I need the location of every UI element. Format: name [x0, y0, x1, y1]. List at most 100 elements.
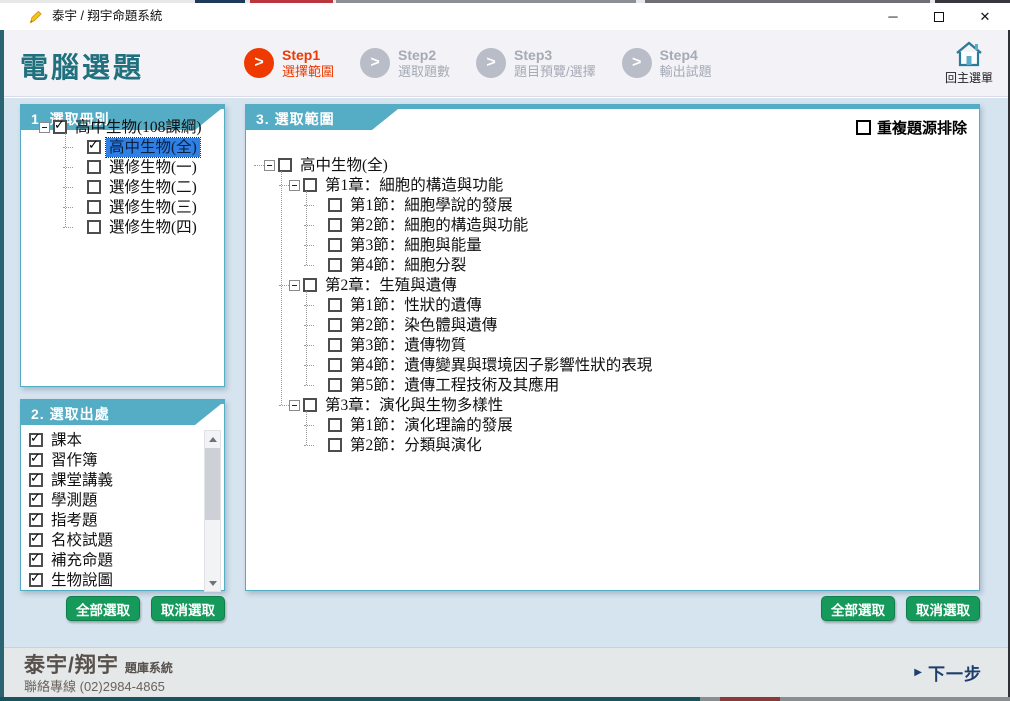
- tree-item-label[interactable]: 第2節：染色體與遺傳: [347, 316, 500, 335]
- range-deselect-all-button[interactable]: 取消選取: [906, 596, 980, 621]
- source-item-label[interactable]: 名校試題: [48, 531, 116, 550]
- tree-expander-minus-icon[interactable]: [39, 122, 50, 133]
- tree-checkbox-unchecked[interactable]: [328, 438, 342, 452]
- tree-row: 第4節：細胞分裂: [246, 255, 979, 275]
- panel-2-title-banner: 2. 選取出處: [21, 404, 221, 425]
- next-step-button[interactable]: ▶ 下一步: [914, 648, 982, 697]
- tree-checkbox-checked[interactable]: [53, 120, 67, 134]
- step-1[interactable]: > Step1 選擇範圍: [244, 47, 334, 79]
- tree-item-label[interactable]: 選修生物(一): [106, 158, 200, 177]
- tree-checkbox-unchecked[interactable]: [87, 220, 101, 234]
- tree-checkbox-unchecked[interactable]: [328, 218, 342, 232]
- tree-item-label[interactable]: 高中生物(108課綱): [72, 118, 205, 137]
- step-4-texts: Step4 輸出試題: [660, 47, 712, 79]
- tree-item-label[interactable]: 選修生物(三): [106, 198, 200, 217]
- source-item-label[interactable]: 生物說圖: [48, 571, 116, 590]
- tree-expander-minus-icon[interactable]: [289, 280, 300, 291]
- source-select-all-button[interactable]: 全部選取: [66, 596, 140, 621]
- tree-item-label[interactable]: 第2章：生殖與遺傳: [322, 276, 460, 295]
- main-area: 1. 選取冊別 高中生物(108課綱)高中生物(全)選修生物(一)選修生物(二)…: [4, 98, 1008, 647]
- step-1-arrow-icon: >: [244, 48, 274, 78]
- title-bar: 泰宇 / 翔宇命題系統 ─ ✕: [0, 3, 1010, 30]
- tree-item-label[interactable]: 第1章：細胞的構造與功能: [322, 176, 506, 195]
- source-item-label[interactable]: 習作簿: [48, 451, 101, 470]
- tree-item-label[interactable]: 選修生物(四): [106, 218, 200, 237]
- tree-checkbox-unchecked[interactable]: [87, 180, 101, 194]
- arrow-down-icon: [209, 581, 217, 586]
- source-deselect-all-button[interactable]: 取消選取: [151, 596, 225, 621]
- source-list-scrollbar[interactable]: [204, 430, 221, 592]
- tree-checkbox-unchecked[interactable]: [328, 378, 342, 392]
- app-crayon-icon: [27, 9, 43, 25]
- maximize-button[interactable]: [916, 3, 962, 30]
- tree-expander-minus-icon[interactable]: [289, 180, 300, 191]
- source-buttons-row: 全部選取 取消選取: [20, 596, 225, 622]
- source-item-label[interactable]: 學測題: [48, 491, 101, 510]
- tree-checkbox-checked[interactable]: [87, 140, 101, 154]
- tree-indent-spacer: [73, 202, 84, 213]
- tree-item-label[interactable]: 選修生物(二): [106, 178, 200, 197]
- tree-checkbox-unchecked[interactable]: [328, 298, 342, 312]
- minimize-button[interactable]: ─: [870, 3, 916, 30]
- home-button[interactable]: 回主選單: [938, 40, 1000, 86]
- source-checkbox-checked[interactable]: [29, 533, 43, 547]
- step-4[interactable]: > Step4 輸出試題: [622, 47, 712, 79]
- tree-item-label[interactable]: 第4節：細胞分裂: [347, 256, 469, 275]
- source-checkbox-checked[interactable]: [29, 473, 43, 487]
- scrollbar-up-button[interactable]: [205, 431, 220, 447]
- source-item-label[interactable]: 課本: [48, 431, 85, 450]
- source-checkbox-checked[interactable]: [29, 433, 43, 447]
- tree-row: 第2節：分類與演化: [246, 435, 979, 455]
- tree-checkbox-unchecked[interactable]: [328, 418, 342, 432]
- step-3[interactable]: > Step3 題目預覽/選擇: [476, 47, 596, 79]
- tree-row: 第2章：生殖與遺傳: [246, 275, 979, 295]
- tree-indent-spacer: [73, 162, 84, 173]
- source-checkbox-checked[interactable]: [29, 493, 43, 507]
- tree-guide-line: [281, 171, 282, 405]
- tree-item-label[interactable]: 第2節：分類與演化: [347, 436, 485, 455]
- tree-item-label[interactable]: 第1節：性狀的遺傳: [347, 296, 485, 315]
- tree-expander-minus-icon[interactable]: [264, 160, 275, 171]
- tree-item-label[interactable]: 第3節：遺傳物質: [347, 336, 469, 355]
- tree-checkbox-unchecked[interactable]: [328, 318, 342, 332]
- tree-checkbox-unchecked[interactable]: [328, 358, 342, 372]
- tree-item-label[interactable]: 第4節：遺傳變異與環境因子影響性狀的表現: [347, 356, 655, 375]
- tree-checkbox-unchecked[interactable]: [303, 398, 317, 412]
- list-item: 生物說圖: [25, 570, 200, 590]
- source-item-label[interactable]: 補充命題: [48, 551, 116, 570]
- scrollbar-thumb[interactable]: [205, 448, 220, 520]
- tree-item-label[interactable]: 第3節：細胞與能量: [347, 236, 485, 255]
- panel-select-range: 3. 選取範圍 重複題源排除 高中生物(全)第1章：細胞的構造與功能第1節：細胞…: [245, 104, 980, 591]
- tree-checkbox-unchecked[interactable]: [328, 258, 342, 272]
- source-checkbox-checked[interactable]: [29, 453, 43, 467]
- step-1-texts: Step1 選擇範圍: [282, 47, 334, 79]
- tree-checkbox-unchecked[interactable]: [303, 178, 317, 192]
- tree-item-label-selected[interactable]: 高中生物(全): [106, 138, 200, 157]
- tree-item-label[interactable]: 第5節：遺傳工程技術及其應用: [347, 376, 562, 395]
- source-item-label[interactable]: 課堂講義: [48, 471, 116, 490]
- tree-expander-minus-icon[interactable]: [289, 400, 300, 411]
- panel-select-volume: 1. 選取冊別 高中生物(108課綱)高中生物(全)選修生物(一)選修生物(二)…: [20, 104, 225, 387]
- source-checkbox-checked[interactable]: [29, 573, 43, 587]
- tree-checkbox-unchecked[interactable]: [328, 198, 342, 212]
- tree-checkbox-unchecked[interactable]: [328, 238, 342, 252]
- tree-row: 第2節：細胞的構造與功能: [246, 215, 979, 235]
- tree-item-label[interactable]: 第2節：細胞的構造與功能: [347, 216, 531, 235]
- tree-item-label[interactable]: 高中生物(全): [297, 156, 391, 175]
- tree-checkbox-unchecked[interactable]: [303, 278, 317, 292]
- tree-item-label[interactable]: 第1節：細胞學說的發展: [347, 196, 516, 215]
- tree-item-label[interactable]: 第1節：演化理論的發展: [347, 416, 516, 435]
- scrollbar-down-button[interactable]: [205, 575, 220, 591]
- range-select-all-button[interactable]: 全部選取: [821, 596, 895, 621]
- tree-checkbox-unchecked[interactable]: [278, 158, 292, 172]
- tree-item-label[interactable]: 第3章：演化與生物多樣性: [322, 396, 506, 415]
- source-item-label[interactable]: 指考題: [48, 511, 101, 530]
- window-controls: ─ ✕: [870, 3, 1008, 30]
- tree-checkbox-unchecked[interactable]: [87, 200, 101, 214]
- step-2[interactable]: > Step2 選取題數: [360, 47, 450, 79]
- close-button[interactable]: ✕: [962, 3, 1008, 30]
- source-checkbox-checked[interactable]: [29, 553, 43, 567]
- source-checkbox-checked[interactable]: [29, 513, 43, 527]
- tree-checkbox-unchecked[interactable]: [87, 160, 101, 174]
- tree-checkbox-unchecked[interactable]: [328, 338, 342, 352]
